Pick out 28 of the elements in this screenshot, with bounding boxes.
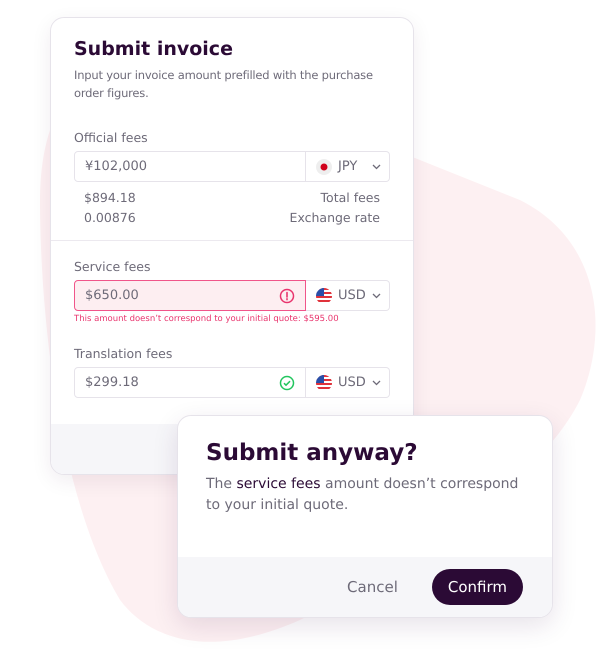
detail-value: $894.18 bbox=[84, 189, 136, 207]
detail-value: 0.00876 bbox=[84, 209, 136, 227]
amount-field[interactable]: ¥102,000 bbox=[74, 151, 306, 182]
cancel-button[interactable]: Cancel bbox=[331, 569, 414, 605]
detail-label: Exchange rate bbox=[290, 209, 380, 227]
currency-dropdown[interactable]: JPY bbox=[306, 151, 390, 182]
amount-field[interactable]: $650.00 bbox=[74, 280, 306, 311]
confirm-button[interactable]: Confirm bbox=[432, 569, 523, 605]
field-label: Service fees bbox=[74, 259, 152, 274]
us-flag-icon bbox=[316, 288, 332, 304]
error-message: This amount doesn’t correspond to your initial quote: $595.00 bbox=[74, 314, 340, 324]
chevron-down-icon bbox=[372, 164, 381, 170]
alert-icon bbox=[279, 288, 295, 304]
chevron-down-icon bbox=[372, 380, 381, 386]
check-icon bbox=[279, 374, 295, 390]
japan-flag-icon bbox=[316, 158, 332, 174]
card-title: Submit invoice bbox=[74, 38, 234, 60]
currency-dropdown[interactable]: USD bbox=[306, 367, 390, 398]
chevron-down-icon bbox=[372, 292, 381, 298]
field-label: Official fees bbox=[74, 130, 149, 145]
field-label: Translation fees bbox=[74, 346, 174, 361]
detail-label: Total fees bbox=[320, 189, 380, 207]
dialog-title: Submit anyway? bbox=[206, 440, 419, 466]
dialog-message: The service fees amount doesn’t correspond to your initial quote. bbox=[206, 475, 520, 515]
currency-dropdown[interactable]: USD bbox=[306, 280, 390, 311]
card-description: Input your invoice amount prefilled with the purchase order figures. bbox=[74, 67, 374, 102]
us-flag-icon bbox=[316, 374, 332, 390]
amount-field[interactable]: $299.18 bbox=[74, 367, 306, 398]
